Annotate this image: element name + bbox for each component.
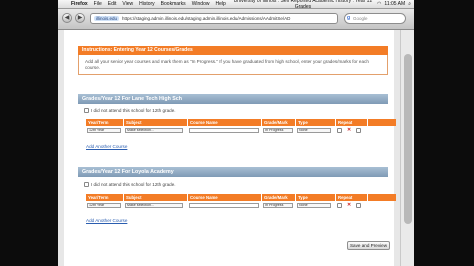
school-2-title: Grades/Year 12 For Loyola Academy bbox=[78, 167, 388, 177]
vertical-scrollbar[interactable] bbox=[400, 30, 414, 266]
col-year-term: Year/Term bbox=[86, 194, 124, 201]
menu-history[interactable]: History bbox=[136, 1, 158, 7]
search-input[interactable]: g Google bbox=[344, 13, 406, 24]
add-course-link-1[interactable]: Add Another Course bbox=[86, 144, 127, 149]
course-name-input[interactable] bbox=[189, 127, 259, 133]
col-type: Type bbox=[296, 194, 336, 201]
row-select-checkbox[interactable] bbox=[356, 202, 362, 208]
col-subject: Subject bbox=[124, 119, 188, 126]
term-select[interactable]: 12th Year bbox=[87, 127, 121, 133]
no-attend-checkbox[interactable] bbox=[84, 108, 89, 113]
instructions-body: Add all your senior year courses and mar… bbox=[78, 55, 388, 75]
term-select[interactable]: 12th Year bbox=[87, 202, 121, 208]
col-course-name: Course Name bbox=[188, 119, 262, 126]
back-button-icon[interactable]: ◀ bbox=[62, 13, 72, 23]
col-year-term: Year/Term bbox=[86, 119, 124, 126]
no-attend-label: I did not attend this school for 12th gr… bbox=[91, 182, 176, 187]
subject-select[interactable]: Make selection... bbox=[125, 127, 183, 133]
url-text: https://staging.admin.illinois.edu/stagi… bbox=[122, 16, 291, 21]
menu-help[interactable]: Help bbox=[212, 1, 228, 7]
course-name-input[interactable] bbox=[189, 202, 259, 208]
table-row: 12th Year Make selection... In Progress … bbox=[86, 126, 396, 134]
no-attend-checkbox[interactable] bbox=[84, 182, 89, 187]
school-2-no-attend[interactable]: I did not attend this school for 12th gr… bbox=[84, 182, 176, 187]
menu-window[interactable]: Window bbox=[189, 1, 213, 7]
add-course-link-2[interactable]: Add Another Course bbox=[86, 218, 127, 223]
menu-bookmarks[interactable]: Bookmarks bbox=[158, 1, 189, 7]
repeat-checkbox[interactable] bbox=[337, 202, 342, 208]
row-select-checkbox[interactable] bbox=[356, 127, 362, 133]
google-icon: g bbox=[347, 15, 351, 21]
type-select[interactable]: None bbox=[297, 202, 331, 208]
col-repeat: Repeat bbox=[336, 119, 368, 126]
subject-select[interactable]: Make selection... bbox=[125, 202, 183, 208]
table-row: 12th Year Make selection... In Progress … bbox=[86, 201, 396, 209]
instructions-title: Instructions: Entering Year 12 Courses/G… bbox=[78, 46, 388, 55]
col-repeat: Repeat bbox=[336, 194, 368, 201]
type-select[interactable]: None bbox=[297, 127, 331, 133]
col-course-name: Course Name bbox=[188, 194, 262, 201]
repeat-checkbox[interactable] bbox=[337, 127, 342, 133]
menu-file[interactable]: File bbox=[91, 1, 105, 7]
menu-edit[interactable]: Edit bbox=[105, 1, 120, 7]
mac-menubar: Firefox File Edit View History Bookmarks… bbox=[58, 0, 414, 10]
menu-view[interactable]: View bbox=[119, 1, 136, 7]
col-type: Type bbox=[296, 119, 336, 126]
screen: Firefox File Edit View History Bookmarks… bbox=[0, 0, 474, 266]
url-bar[interactable]: illinois.edu https://staging.admin.illino… bbox=[90, 13, 338, 24]
save-and-preview-button[interactable]: Save and Preview bbox=[347, 241, 390, 250]
grade-select[interactable]: In Progress bbox=[263, 202, 293, 208]
col-grade-mark: Grade/Mark bbox=[262, 119, 296, 126]
site-identity[interactable]: illinois.edu bbox=[94, 16, 120, 21]
grid-header: Year/Term Subject Course Name Grade/Mark… bbox=[86, 119, 396, 126]
browser-window: ◀ ▶ illinois.edu https://staging.admin.il… bbox=[58, 9, 414, 266]
school-1-no-attend[interactable]: I did not attend this school for 12th gr… bbox=[84, 108, 176, 113]
col-subject: Subject bbox=[124, 194, 188, 201]
delete-row-icon[interactable]: ✕ bbox=[347, 127, 351, 133]
search-placeholder: Google bbox=[353, 16, 368, 21]
forward-button-icon[interactable]: ▶ bbox=[75, 13, 85, 23]
grade-select[interactable]: In Progress bbox=[263, 127, 293, 133]
delete-row-icon[interactable]: ✕ bbox=[347, 202, 351, 208]
school-1-title: Grades/Year 12 For Lane Tech High Sch bbox=[78, 94, 388, 104]
no-attend-label: I did not attend this school for 12th gr… bbox=[91, 108, 176, 113]
wifi-icon[interactable]: ◠ bbox=[377, 1, 381, 7]
spotlight-icon[interactable]: ⌕ bbox=[408, 1, 411, 7]
browser-toolbar: ◀ ▶ illinois.edu https://staging.admin.il… bbox=[58, 9, 414, 30]
grid-header: Year/Term Subject Course Name Grade/Mark… bbox=[86, 194, 396, 201]
col-grade-mark: Grade/Mark bbox=[262, 194, 296, 201]
clock[interactable]: 11:05 AM bbox=[384, 1, 405, 7]
school-2-grid: Year/Term Subject Course Name Grade/Mark… bbox=[86, 194, 396, 209]
menu-app[interactable]: Firefox bbox=[68, 1, 91, 7]
school-1-grid: Year/Term Subject Course Name Grade/Mark… bbox=[86, 119, 396, 134]
page-viewport: Instructions: Entering Year 12 Courses/G… bbox=[58, 30, 414, 266]
scrollbar-thumb[interactable] bbox=[404, 54, 412, 224]
